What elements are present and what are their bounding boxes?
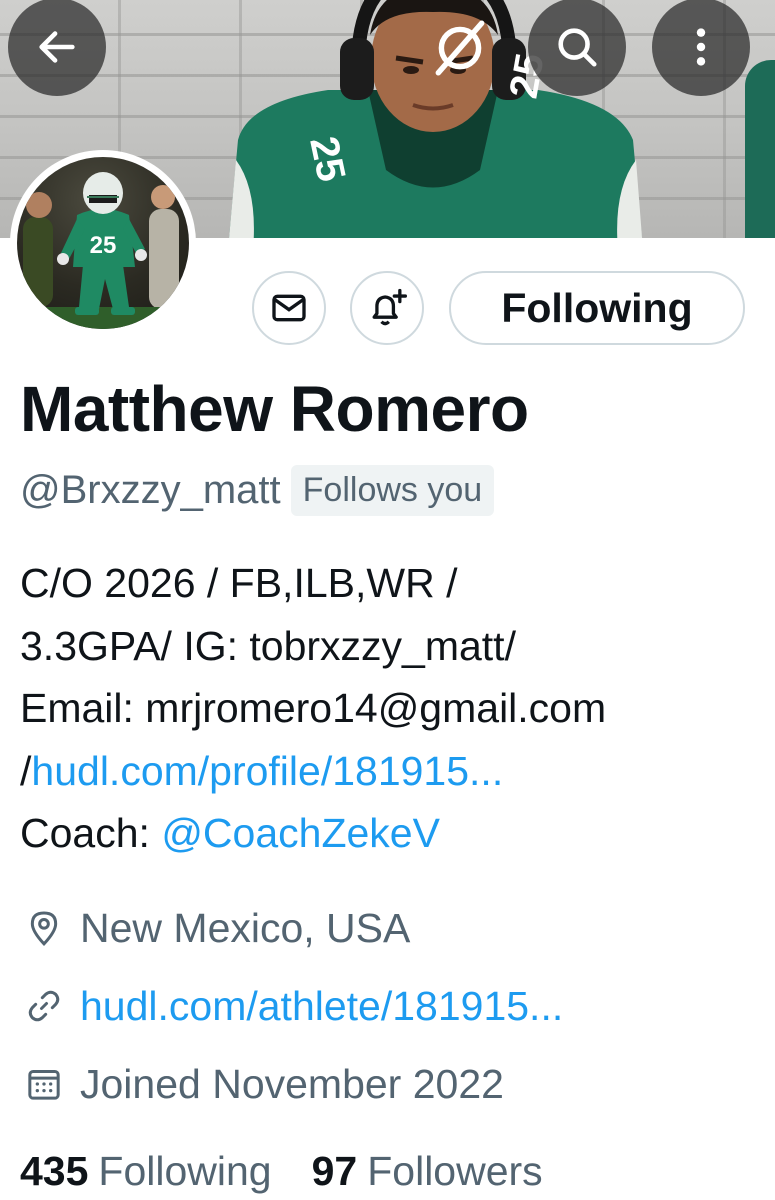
followers-stat[interactable]: 97 Followers (312, 1148, 543, 1195)
bio-line-3: Email: mrjromero14@gmail.com (20, 685, 607, 731)
bio-line-5: Coach: @CoachZekeV (20, 802, 760, 865)
profile-avatar[interactable]: 25 (10, 150, 196, 336)
bio-line-5-prefix: Coach: (20, 810, 162, 856)
joined-row: Joined November 2022 (22, 1054, 504, 1114)
follows-you-badge: Follows you (290, 464, 495, 516)
avatar-photo: 25 (17, 157, 189, 329)
location-pin-icon (22, 906, 66, 950)
follow-stats: 435 Following 97 Followers (20, 1148, 543, 1195)
profile-bio: C/O 2026 / FB,ILB,WR / 3.3GPA/ IG: tobrx… (20, 552, 760, 865)
following-stat[interactable]: 435 Following (20, 1148, 272, 1195)
following-stat-label: Following (98, 1148, 272, 1194)
search-button[interactable] (528, 0, 626, 96)
location-row: New Mexico, USA (22, 898, 410, 958)
banner-jersey-number-left: 25 (301, 133, 353, 186)
avatar-player-illustration: 25 (17, 172, 189, 329)
followers-count: 97 (311, 1148, 358, 1194)
bio-line-4-prefix: / (20, 747, 32, 794)
profile-website-link[interactable]: hudl.com/athlete/181915... (80, 983, 563, 1030)
grok-icon (435, 20, 485, 76)
bell-plus-icon (372, 288, 407, 326)
profile-location: New Mexico, USA (80, 904, 411, 951)
notifications-button[interactable] (350, 271, 424, 345)
profile-joined-date: Joined November 2022 (80, 1060, 504, 1107)
following-button-label: Following (501, 284, 693, 331)
following-count: 435 (20, 1148, 89, 1194)
calendar-icon (22, 1062, 66, 1106)
grok-button[interactable] (418, 6, 502, 90)
bio-line-2: 3.3GPA/ IG: tobrxzzy_matt/ (20, 622, 516, 669)
message-button[interactable] (252, 271, 326, 345)
avatar-jersey-number: 25 (90, 232, 117, 259)
search-icon (558, 28, 597, 67)
more-vertical-icon (696, 28, 706, 66)
arrow-left-icon (39, 31, 75, 63)
link-icon (22, 984, 66, 1028)
more-options-button[interactable] (652, 0, 750, 96)
bio-coach-mention-link[interactable]: @CoachZekeV (161, 810, 440, 856)
bio-line-1: C/O 2026 / FB,ILB,WR / (20, 560, 458, 606)
following-button[interactable]: Following (449, 271, 745, 345)
banner-background-figure (745, 60, 775, 238)
website-row: hudl.com/athlete/181915... (22, 976, 563, 1036)
handle-row: @Brxzzy_matt Follows you (20, 462, 495, 518)
bio-line-4: /hudl.com/profile/181915... (20, 740, 760, 803)
profile-handle: @Brxzzy_matt (20, 467, 281, 512)
back-button[interactable] (8, 0, 106, 96)
mail-icon (272, 294, 306, 322)
bio-hudl-profile-link[interactable]: hudl.com/profile/181915... (31, 748, 503, 794)
followers-stat-label: Followers (367, 1148, 543, 1194)
profile-name: Matthew Romero (20, 373, 529, 445)
